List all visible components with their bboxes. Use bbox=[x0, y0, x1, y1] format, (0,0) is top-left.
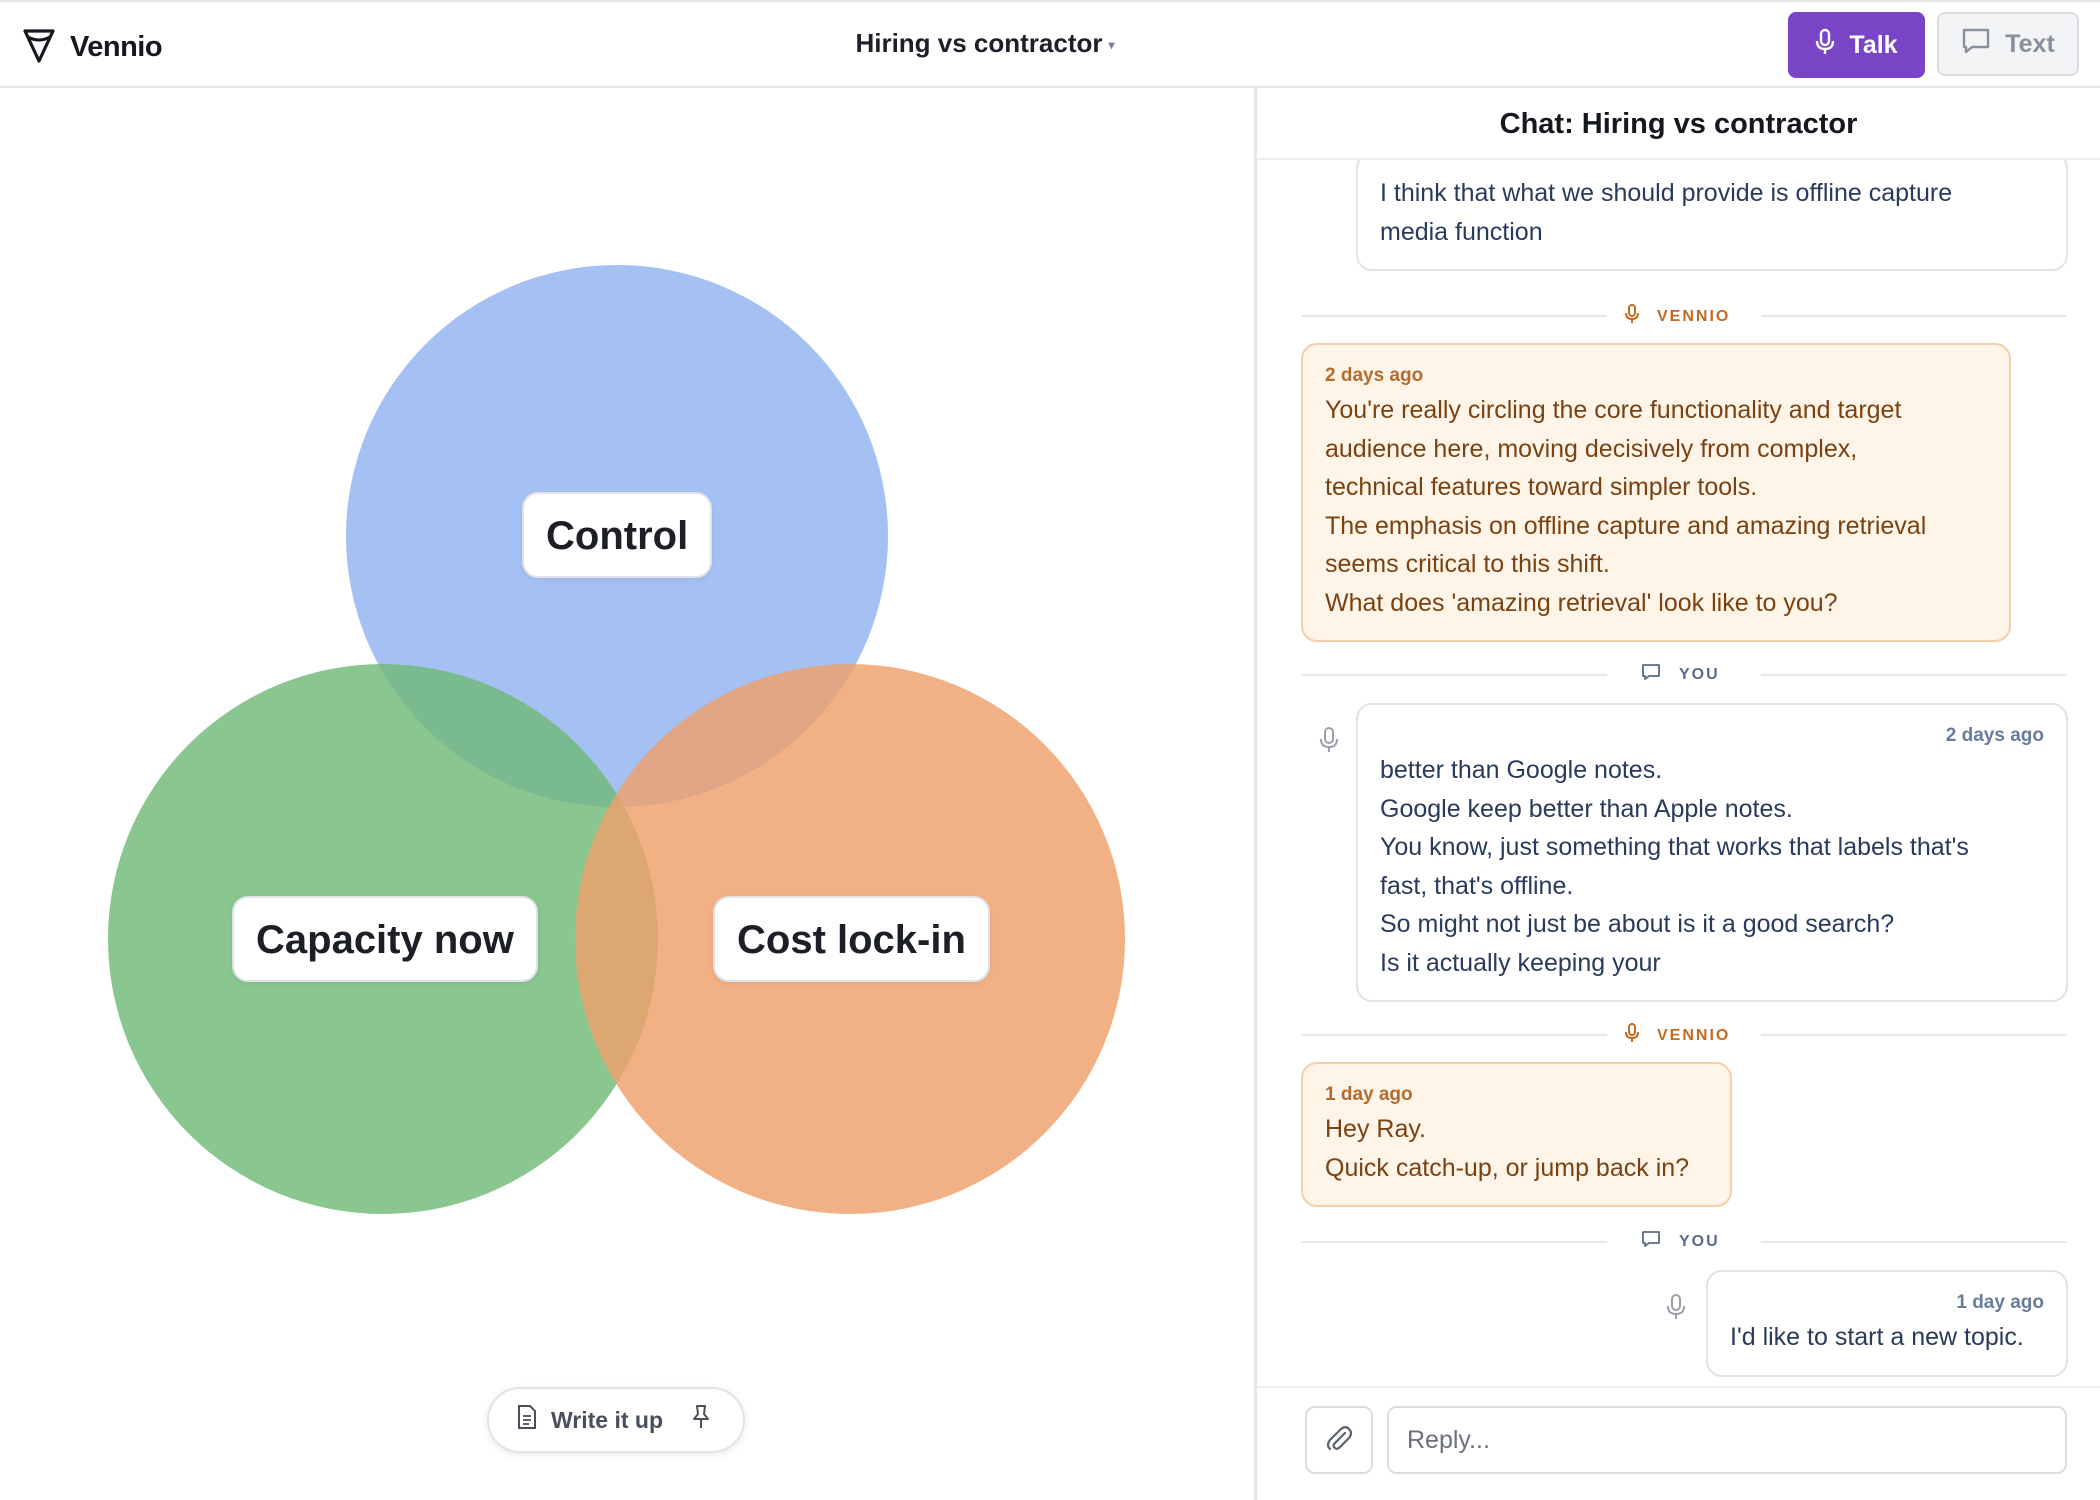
role-label: YOU bbox=[1679, 665, 1720, 683]
message-line: What does 'amazing retrieval' look like … bbox=[1325, 588, 1838, 617]
message-line: fast, that's offline. bbox=[1380, 871, 1574, 900]
chat-bubble-icon bbox=[1961, 27, 1991, 62]
text-label: Text bbox=[2005, 29, 2055, 58]
top-bar: Vennio Hiring vs contractor ▾ Talk Text bbox=[0, 0, 2100, 88]
message-line: technical features toward simpler tools. bbox=[1325, 473, 1758, 501]
message-line: Quick catch-up, or jump back in? bbox=[1325, 1153, 1690, 1182]
role-divider-you: YOU bbox=[1301, 663, 2067, 687]
role-divider-you: YOU bbox=[1301, 1230, 2067, 1254]
write-it-up-label: Write it up bbox=[551, 1406, 664, 1433]
write-it-up-button[interactable]: Write it up bbox=[487, 1387, 745, 1453]
message-timestamp: 2 days ago bbox=[1325, 365, 1424, 386]
message-timestamp: 1 day ago bbox=[1325, 1084, 1413, 1105]
microphone-icon bbox=[1625, 304, 1639, 329]
message-timestamp: 1 day ago bbox=[1956, 1292, 2044, 1313]
message-line: Is it actually keeping your bbox=[1380, 948, 1661, 977]
chat-panel: Chat: Hiring vs contractor I think that … bbox=[1254, 88, 2100, 1500]
venn-diagram bbox=[108, 265, 1125, 1214]
chat-messages[interactable]: I think that what we should provide is o… bbox=[1257, 160, 2100, 1386]
caret-down-icon: ▾ bbox=[1108, 38, 1115, 53]
message-vennio: 1 day ago Hey Ray. Quick catch-up, or ju… bbox=[1301, 1062, 1732, 1207]
venn-label-cost-lock-in[interactable]: Cost lock-in bbox=[713, 896, 990, 982]
message-line: You know, just something that works that… bbox=[1380, 833, 1969, 861]
message-you: 2 days ago better than Google notes. Goo… bbox=[1356, 703, 2068, 1002]
talk-button[interactable]: Talk bbox=[1788, 12, 1925, 78]
talk-label: Talk bbox=[1849, 30, 1898, 59]
message-you: 1 day ago I'd like to start a new topic. bbox=[1706, 1270, 2068, 1377]
paperclip-icon bbox=[1324, 1424, 1354, 1457]
doc-title: Hiring vs contractor bbox=[855, 28, 1103, 58]
message-line: seems critical to this shift. bbox=[1325, 550, 1610, 578]
pin-icon[interactable] bbox=[691, 1404, 711, 1436]
document-icon bbox=[517, 1404, 537, 1436]
message-line: The emphasis on offline capture and amaz… bbox=[1325, 511, 1927, 540]
attach-button[interactable] bbox=[1305, 1406, 1373, 1474]
role-divider-vennio: VENNIO bbox=[1301, 304, 2067, 328]
voice-message-icon bbox=[1666, 1293, 1686, 1326]
message-line: I think that what we should provide is o… bbox=[1380, 179, 1953, 207]
chat-bubble-icon bbox=[1641, 663, 1661, 686]
role-label: VENNIO bbox=[1657, 307, 1731, 325]
venn-label-capacity-now[interactable]: Capacity now bbox=[232, 896, 538, 982]
message-line: better than Google notes. bbox=[1380, 756, 1663, 784]
microphone-icon bbox=[1625, 1023, 1639, 1048]
message-line: audience here, moving decisively from co… bbox=[1325, 434, 1858, 463]
venn-canvas: Control Capacity now Cost lock-in Write … bbox=[0, 88, 1254, 1500]
message-you: I think that what we should provide is o… bbox=[1356, 160, 2068, 271]
reply-bar bbox=[1257, 1386, 2100, 1500]
message-line: Google keep better than Apple notes. bbox=[1380, 794, 1793, 823]
message-line: media function bbox=[1380, 217, 1543, 246]
chat-bubble-icon bbox=[1641, 1230, 1661, 1253]
message-line: I'd like to start a new topic. bbox=[1730, 1323, 2024, 1351]
role-label: YOU bbox=[1679, 1232, 1720, 1250]
microphone-icon bbox=[1815, 28, 1835, 63]
role-label: VENNIO bbox=[1657, 1026, 1731, 1044]
message-line: You're really circling the core function… bbox=[1325, 396, 1902, 424]
reply-input[interactable] bbox=[1387, 1406, 2067, 1474]
chat-title: Chat: Hiring vs contractor bbox=[1257, 88, 2100, 160]
text-button[interactable]: Text bbox=[1937, 12, 2079, 76]
venn-label-control[interactable]: Control bbox=[522, 492, 713, 578]
voice-message-icon bbox=[1319, 726, 1339, 759]
doc-title-switcher[interactable]: Hiring vs contractor ▾ bbox=[0, 28, 1970, 59]
message-line: So might not just be about is it a good … bbox=[1380, 910, 1895, 938]
message-timestamp: 2 days ago bbox=[1945, 725, 2044, 746]
message-line: Hey Ray. bbox=[1325, 1115, 1426, 1143]
role-divider-vennio: VENNIO bbox=[1301, 1023, 2067, 1047]
message-vennio: 2 days ago You're really circling the co… bbox=[1301, 343, 2011, 642]
